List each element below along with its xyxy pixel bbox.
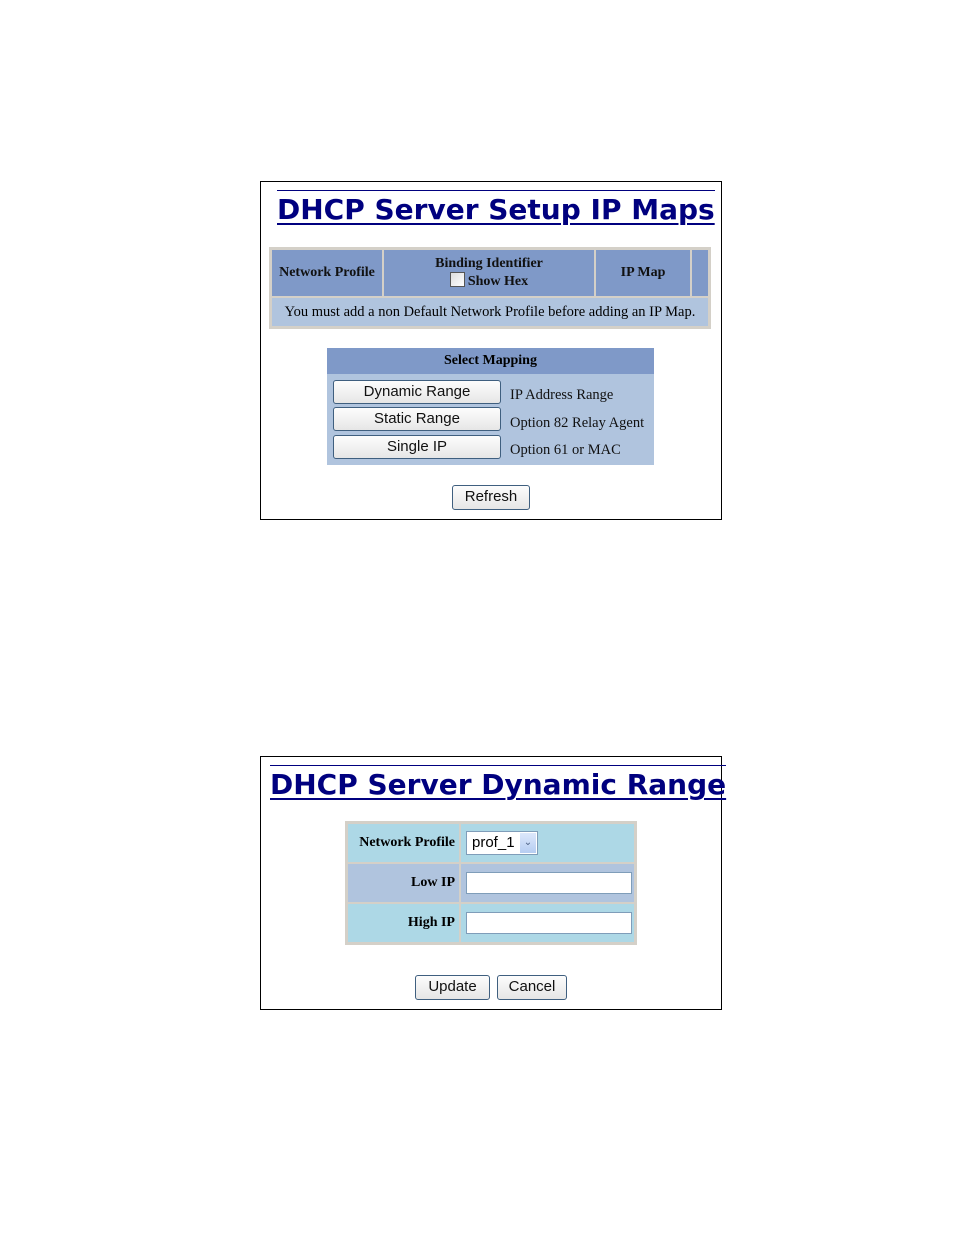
select-mapping-header: Select Mapping [327, 348, 654, 374]
col-network-profile: Network Profile [271, 249, 383, 297]
single-ip-button[interactable]: Single IP [333, 435, 501, 459]
binding-identifier-label: Binding Identifier [435, 256, 543, 271]
ip-maps-title: DHCP Server Setup IP Maps [277, 190, 715, 226]
network-profile-select[interactable]: prof_1 ⌄ [466, 831, 538, 855]
no-profile-message: You must add a non Default Network Profi… [271, 297, 709, 327]
col-actions [691, 249, 709, 297]
high-ip-input[interactable] [466, 912, 632, 934]
col-ip-map: IP Map [595, 249, 691, 297]
high-ip-label: High IP [347, 903, 460, 943]
select-mapping-box: Select Mapping Dynamic Range IP Address … [327, 348, 654, 465]
dynamic-range-panel: DHCP Server Dynamic Range Network Profil… [260, 756, 727, 1010]
network-profile-value: prof_1 [472, 834, 515, 851]
chevron-down-icon: ⌄ [520, 833, 536, 853]
single-ip-description: Option 61 or MAC [510, 442, 621, 458]
ip-maps-table: Network Profile Binding Identifier Show … [269, 247, 711, 329]
dynamic-range-description: IP Address Range [510, 387, 614, 403]
show-hex-label: Show Hex [467, 274, 529, 289]
refresh-button[interactable]: Refresh [452, 485, 530, 510]
network-profile-label: Network Profile [347, 823, 460, 863]
col-binding-identifier: Binding Identifier Show Hex [383, 249, 595, 297]
static-range-button[interactable]: Static Range [333, 407, 501, 431]
low-ip-input[interactable] [466, 872, 632, 894]
low-ip-label: Low IP [347, 863, 460, 903]
show-hex-checkbox[interactable] [449, 272, 465, 287]
dynamic-range-form: Network Profile prof_1 ⌄ Low IP High IP [345, 821, 637, 945]
cancel-button[interactable]: Cancel [497, 975, 567, 1000]
dynamic-range-title: DHCP Server Dynamic Range [270, 765, 727, 801]
dynamic-range-button[interactable]: Dynamic Range [333, 380, 501, 404]
static-range-description: Option 82 Relay Agent [510, 415, 645, 431]
ip-maps-panel: DHCP Server Setup IP Maps Network Profil… [260, 181, 722, 520]
update-button[interactable]: Update [415, 975, 490, 1000]
